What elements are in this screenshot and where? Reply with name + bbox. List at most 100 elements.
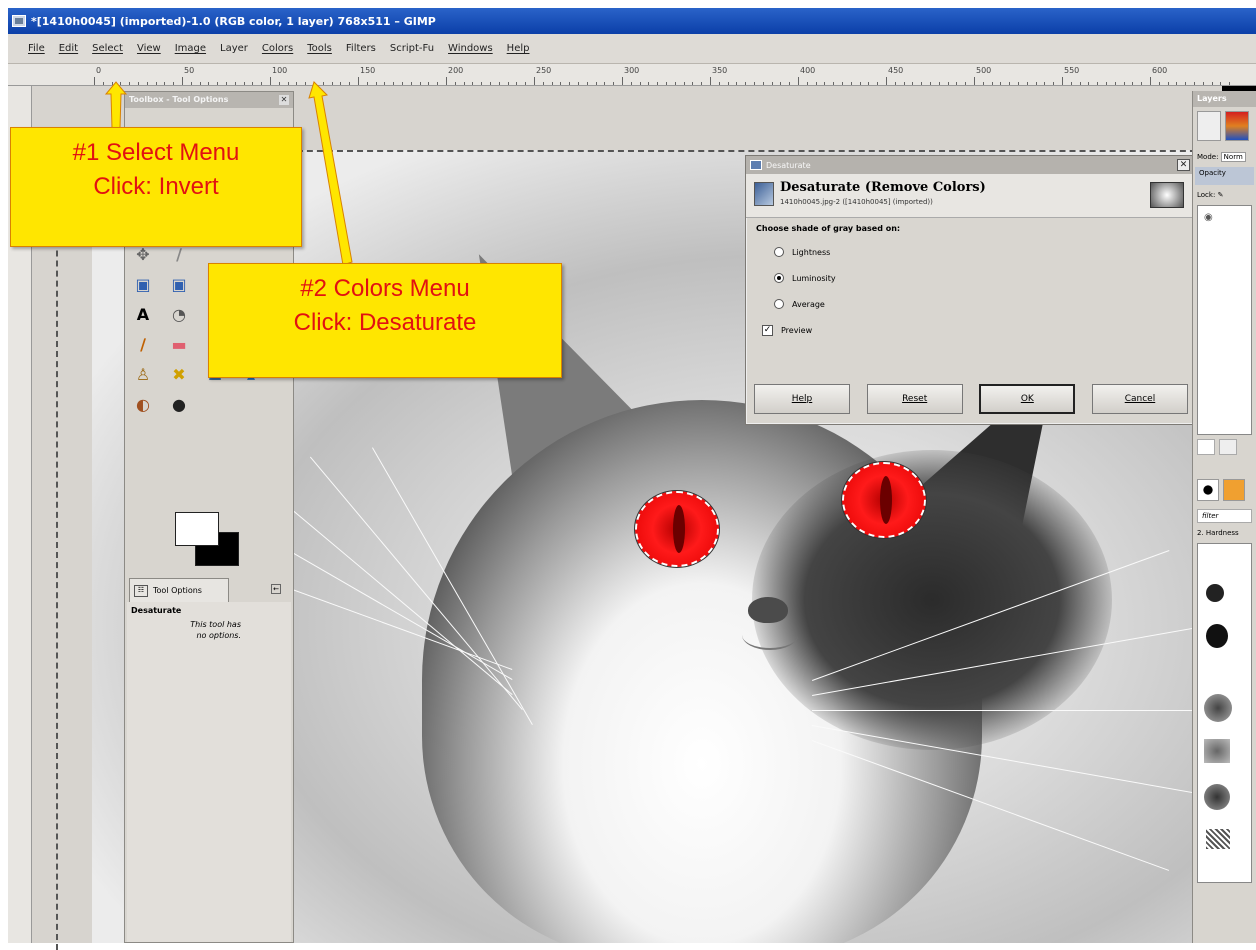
- brush-preview[interactable]: [1204, 784, 1230, 810]
- dialog-header-title: Desaturate (Remove Colors): [780, 180, 986, 195]
- clone-tool-icon[interactable]: ♙: [131, 362, 155, 386]
- radio-label: Average: [792, 299, 825, 309]
- ruler-tick: [877, 82, 879, 85]
- menu-layer[interactable]: Layer: [220, 43, 248, 54]
- menu-filters[interactable]: Filters: [346, 43, 376, 54]
- ruler-tick: [1009, 82, 1011, 85]
- brush-preview[interactable]: [1206, 624, 1228, 648]
- dialog-header: Desaturate (Remove Colors) 1410h0045.jpg…: [746, 174, 1194, 218]
- brush-preview[interactable]: [1204, 739, 1230, 763]
- paintbrush-tool-icon[interactable]: ∕: [131, 332, 155, 356]
- smudge-tool-icon[interactable]: ◐: [131, 392, 155, 416]
- ruler-tick: [1141, 82, 1143, 85]
- menu-windows[interactable]: Windows: [448, 43, 493, 54]
- ruler-tick: [1018, 82, 1019, 85]
- brushes-tab-icon[interactable]: [1197, 479, 1219, 501]
- patterns-tab-icon[interactable]: [1223, 479, 1245, 501]
- ruler-tick: [1158, 82, 1160, 85]
- menu-select[interactable]: Select: [92, 43, 123, 54]
- ruler-tick: [771, 82, 773, 85]
- checkbox-checked[interactable]: ✓: [762, 325, 773, 336]
- ruler-tick: [1229, 82, 1231, 85]
- dialog-header-subtitle: 1410h0045.jpg-2 ([1410h0045] (imported)): [780, 198, 933, 206]
- channels-tab-icon[interactable]: [1225, 111, 1249, 141]
- menu-view[interactable]: View: [137, 43, 161, 54]
- reset-button[interactable]: Reset: [866, 384, 963, 414]
- ruler-tick: [498, 82, 500, 85]
- menu-file[interactable]: File: [28, 43, 45, 54]
- menu-edit[interactable]: Edit: [59, 43, 78, 54]
- menu-image[interactable]: Image: [175, 43, 206, 54]
- foreground-color-swatch[interactable]: [175, 512, 219, 546]
- color-picker-tool-icon[interactable]: ◔: [167, 302, 191, 326]
- ruler-tick: [111, 82, 113, 85]
- ok-button[interactable]: OK: [979, 384, 1076, 414]
- raise-layer-icon[interactable]: [1219, 439, 1237, 455]
- preview-label: Preview: [781, 326, 813, 335]
- close-icon[interactable]: ✕: [1177, 159, 1190, 171]
- flip-tool-icon[interactable]: ▣: [167, 272, 191, 296]
- ruler-tick: [1132, 82, 1134, 85]
- close-icon[interactable]: ✕: [279, 95, 289, 105]
- tab-menu-icon[interactable]: ←: [271, 584, 281, 594]
- help-button[interactable]: Help: [754, 384, 850, 414]
- dodge-burn-tool-icon[interactable]: ●: [167, 392, 191, 416]
- ruler-tick: [982, 82, 984, 85]
- brush-preview[interactable]: [1206, 829, 1230, 849]
- ruler-label: 600: [1152, 66, 1168, 75]
- brush-preview[interactable]: [1206, 584, 1224, 602]
- dialog-buttons: Help Reset OK Cancel: [754, 384, 1188, 414]
- ruler-tick: [331, 82, 333, 85]
- horizontal-ruler[interactable]: 0 50 100 150 200 250 300 350 400 450 500 550 600: [8, 64, 1256, 86]
- ruler-label: 200: [448, 66, 464, 75]
- ruler-tick: [366, 82, 368, 85]
- ruler-tick: [226, 82, 227, 85]
- mode-select[interactable]: Norm: [1220, 152, 1246, 162]
- preview-checkbox[interactable]: ✓ Preview: [762, 325, 1184, 336]
- ruler-tick: [217, 82, 219, 85]
- ruler-tick: [146, 82, 148, 85]
- gimp-app-icon: [12, 15, 26, 27]
- tool-options-text-2: no options.: [196, 631, 241, 640]
- ruler-tick: [938, 82, 940, 85]
- perspective-tool-icon[interactable]: ▣: [131, 272, 155, 296]
- ruler-tick: [780, 82, 782, 85]
- ruler-label: 50: [184, 66, 195, 75]
- ruler-label: 0: [96, 66, 102, 75]
- brush-lock-icon[interactable]: ✎: [1218, 191, 1224, 199]
- ruler-tick: [1088, 82, 1090, 85]
- menu-colors[interactable]: Colors: [262, 43, 293, 54]
- ruler-tick: [1176, 82, 1178, 85]
- eraser-tool-icon[interactable]: ▬: [167, 332, 191, 356]
- tab-tool-options[interactable]: ☷ Tool Options: [129, 578, 229, 602]
- brush-list[interactable]: [1197, 543, 1252, 883]
- ruler-tick: [190, 82, 192, 85]
- brush-filter-input[interactable]: filter: [1197, 509, 1252, 523]
- menu-tools[interactable]: Tools: [307, 43, 332, 54]
- radio-button[interactable]: [774, 299, 784, 309]
- brush-preview[interactable]: [1204, 694, 1232, 722]
- menubar: File Edit Select View Image Layer Colors…: [8, 34, 1256, 64]
- layers-tab-icon[interactable]: [1197, 111, 1221, 141]
- ruler-tick: [674, 82, 676, 85]
- ruler-tick: [454, 82, 456, 85]
- ruler-tick: [560, 82, 562, 85]
- eye-visibility-icon[interactable]: ◉: [1198, 206, 1251, 229]
- ruler-tick: [798, 77, 799, 85]
- layer-list[interactable]: ◉: [1197, 205, 1252, 435]
- menu-help[interactable]: Help: [507, 43, 530, 54]
- radio-button[interactable]: [774, 247, 784, 257]
- ruler-tick: [806, 82, 808, 85]
- radio-button-selected[interactable]: [774, 273, 784, 283]
- fg-bg-color-widget[interactable]: [175, 512, 245, 572]
- heal-tool-icon[interactable]: ✖: [167, 362, 191, 386]
- text-tool-icon[interactable]: A: [131, 302, 155, 326]
- ruler-tick: [789, 82, 791, 85]
- radio-average[interactable]: Average: [774, 299, 1184, 309]
- cancel-button[interactable]: Cancel: [1091, 384, 1188, 414]
- radio-lightness[interactable]: Lightness: [774, 247, 1184, 257]
- menu-script-fu[interactable]: Script-Fu: [390, 43, 434, 54]
- opacity-slider[interactable]: Opacity: [1195, 167, 1254, 185]
- new-layer-icon[interactable]: [1197, 439, 1215, 455]
- radio-luminosity[interactable]: Luminosity: [774, 273, 1184, 283]
